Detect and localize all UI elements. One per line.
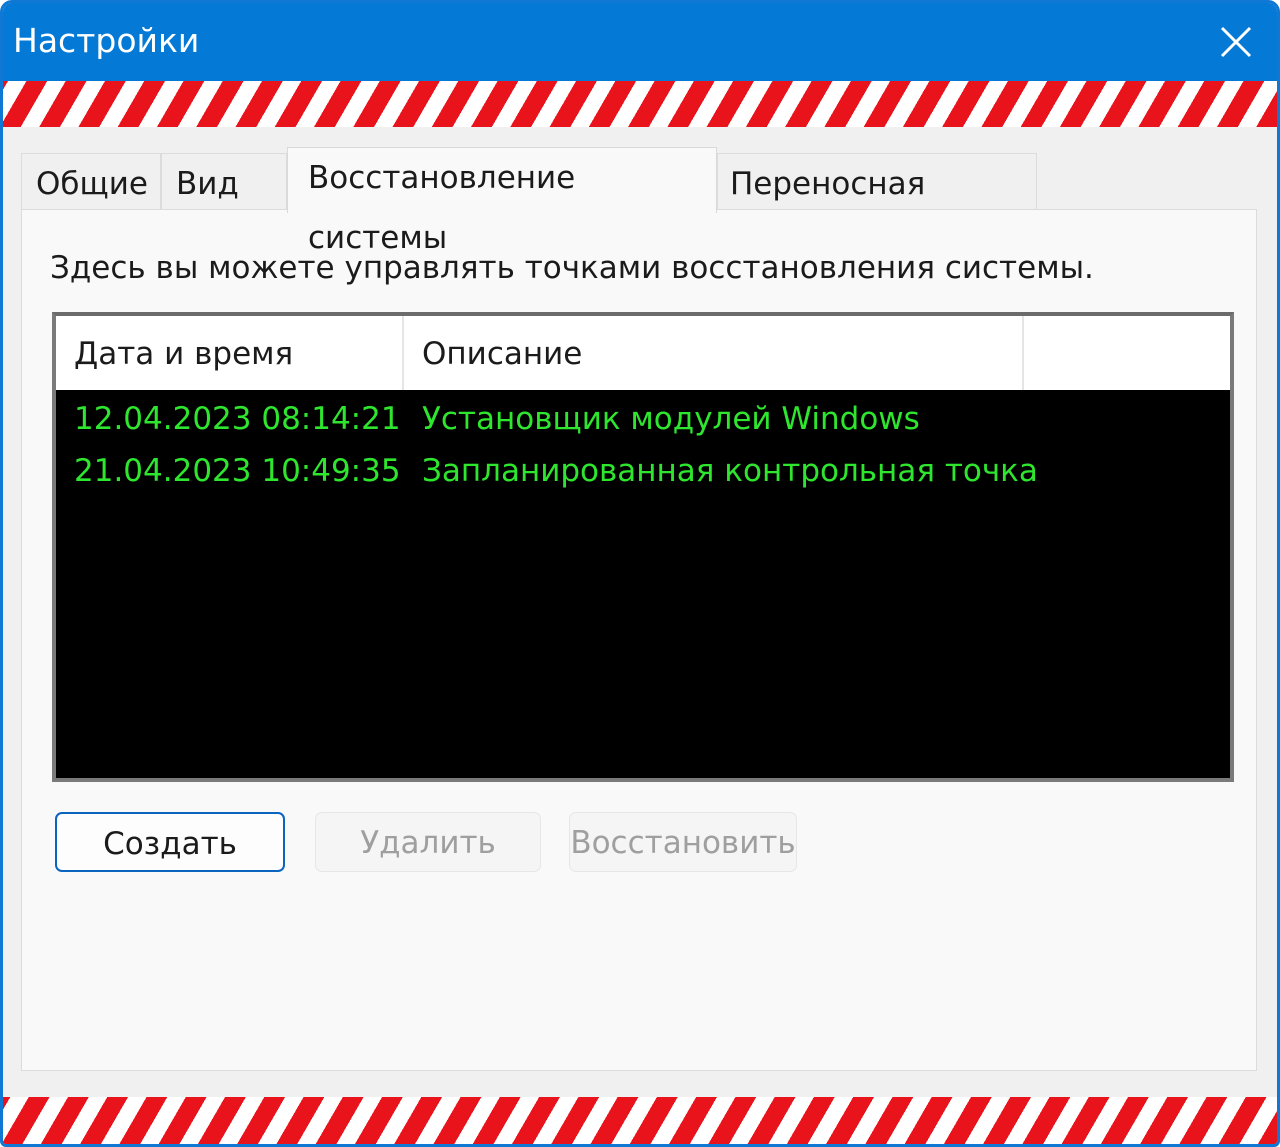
list-header: Дата и время Описание [56,316,1230,390]
warning-stripe-top [3,81,1277,127]
restore-point-datetime: 21.04.2023 10:49:35 [74,453,401,489]
tab-label: Вид [176,166,239,202]
column-header-description[interactable]: Описание [404,316,1024,390]
column-label: Дата и время [74,336,294,372]
close-icon [1220,26,1252,58]
restore-point-datetime: 12.04.2023 08:14:21 [74,401,401,437]
column-header-empty[interactable] [1024,316,1230,390]
settings-dialog: Настройки Общие Вид Восстановление систе… [0,0,1280,1147]
restore-button: Восстановить [569,812,797,872]
tab-view[interactable]: Вид [161,153,287,211]
window-title: Настройки [13,21,200,60]
tab-label: Общие [36,166,148,202]
list-item[interactable]: 21.04.2023 10:49:35 Запланированная конт… [56,446,1230,496]
panel-description: Здесь вы можете управлять точками восста… [50,250,1094,286]
system-restore-panel: Здесь вы можете управлять точками восста… [21,209,1257,1071]
create-button[interactable]: Создать [55,812,285,872]
restore-point-description: Запланированная контрольная точка [422,453,1038,489]
close-button[interactable] [1213,19,1259,65]
warning-stripe-bottom [3,1097,1277,1144]
tab-portable-version[interactable]: Переносная версия [717,153,1037,262]
column-header-datetime[interactable]: Дата и время [56,316,404,390]
tab-system-restore[interactable]: Восстановление системы [287,147,717,256]
title-bar[interactable]: Настройки [3,3,1277,81]
restore-point-description: Установщик модулей Windows [422,401,920,437]
delete-button: Удалить [315,812,541,872]
tab-general[interactable]: Общие [21,153,161,211]
list-item[interactable]: 12.04.2023 08:14:21 Установщик модулей W… [56,394,1230,444]
restore-points-list[interactable]: Дата и время Описание 12.04.2023 08:14:2… [52,312,1234,782]
column-label: Описание [422,336,583,372]
